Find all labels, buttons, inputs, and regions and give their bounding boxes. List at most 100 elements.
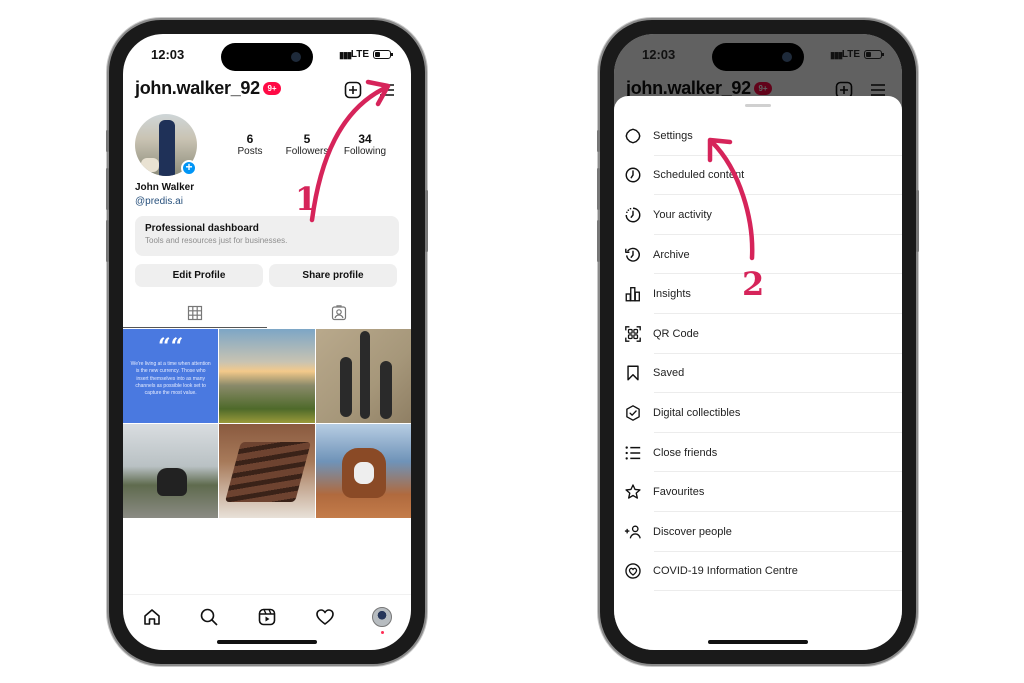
close-friends-icon: [625, 445, 641, 460]
nav-search[interactable]: [198, 606, 220, 628]
menu-item-qr-code[interactable]: QR Code: [614, 314, 902, 354]
post-tile[interactable]: ““ We're living at a time when attention…: [123, 329, 219, 423]
quote-text: We're living at a time when attention is…: [130, 361, 211, 396]
avatar-dog: [141, 158, 159, 172]
stat-label: Followers: [285, 146, 329, 157]
menu-button[interactable]: [377, 80, 397, 100]
side-button: [106, 130, 109, 152]
stat-followers[interactable]: 5 Followers: [277, 132, 337, 157]
home-indicator: [217, 640, 317, 644]
phone-right: 12:03 ▮▮▮ LTE john.walker_92 9+ Settings: [597, 20, 919, 664]
dashboard-title: Professional dashboard: [145, 223, 259, 234]
menu-label: QR Code: [653, 327, 699, 340]
menu-label: Close friends: [653, 446, 718, 459]
menu-label: Saved: [653, 367, 685, 380]
battery-icon: [864, 50, 884, 59]
menu-item-close-friends[interactable]: Close friends: [614, 433, 902, 473]
hamburger-icon: [380, 84, 394, 96]
menu-item-your-activity[interactable]: Your activity: [614, 195, 902, 235]
battery-icon: [373, 50, 393, 59]
share-profile-button[interactable]: Share profile: [269, 264, 397, 287]
nav-home[interactable]: [141, 606, 163, 628]
add-person-icon: [624, 525, 641, 539]
signal-icon: ▮▮▮: [830, 50, 843, 60]
signal-icon: ▮▮▮: [339, 50, 352, 60]
dynamic-island: [712, 43, 804, 71]
edit-profile-button[interactable]: Edit Profile: [135, 264, 263, 287]
dynamic-island: [221, 43, 313, 71]
post-tile[interactable]: [123, 424, 219, 518]
tab-tagged[interactable]: [267, 298, 411, 328]
nav-reels[interactable]: [256, 606, 278, 628]
covid-info-icon: [625, 563, 641, 580]
activity-icon: [625, 207, 641, 223]
side-button: [425, 190, 428, 252]
cake-shape: [225, 442, 312, 502]
shadow-shape: [339, 357, 352, 417]
create-post-button[interactable]: [343, 80, 363, 100]
menu-item-saved[interactable]: Saved: [614, 354, 902, 394]
menu-item-favourites[interactable]: Favourites: [614, 472, 902, 512]
profile-header: john.walker_92 9+: [135, 78, 399, 102]
stat-following[interactable]: 34 Following: [335, 132, 395, 157]
plus-square-icon: [344, 81, 362, 99]
side-button: [106, 220, 109, 262]
nav-activity[interactable]: [314, 606, 336, 628]
stat-value: 6: [246, 132, 254, 146]
professional-dashboard[interactable]: Professional dashboard Tools and resourc…: [135, 216, 399, 256]
menu-item-discover-people[interactable]: Discover people: [614, 512, 902, 552]
network-label: LTE: [350, 49, 369, 60]
username[interactable]: john.walker_92: [135, 78, 260, 99]
menu-label: Archive: [653, 248, 690, 261]
clock-icon: [625, 167, 641, 183]
tagged-icon: [331, 305, 347, 321]
side-button: [916, 190, 919, 252]
stat-value: 5: [303, 132, 311, 146]
star-icon: [625, 484, 641, 499]
network-label: LTE: [841, 49, 860, 60]
post-tile[interactable]: [219, 329, 315, 423]
post-tile[interactable]: [315, 329, 411, 423]
bottom-nav: [123, 594, 411, 634]
post-tile[interactable]: [219, 424, 315, 518]
collectibles-icon: [626, 405, 640, 421]
menu-item-covid-info[interactable]: COVID-19 Information Centre: [614, 552, 902, 592]
shadow-shape: [359, 331, 370, 419]
profile-link[interactable]: @predis.ai: [135, 196, 183, 207]
add-story-button[interactable]: +: [181, 160, 197, 176]
search-icon: [201, 608, 218, 626]
menu-sheet: Settings Scheduled content Your activity…: [614, 96, 902, 650]
phone-left: 12:03 ▮▮▮ LTE john.walker_92 9+ + 6 Post…: [106, 20, 428, 664]
side-button: [597, 220, 600, 262]
stat-posts[interactable]: 6 Posts: [220, 132, 280, 157]
archive-icon: [625, 247, 640, 262]
posts-grid: ““ We're living at a time when attention…: [123, 329, 411, 518]
shadow-shape: [379, 361, 392, 419]
menu-label: Discover people: [653, 525, 732, 538]
avatar-figure: [159, 120, 175, 176]
quote-mark: ““: [158, 334, 184, 360]
profile-tabs: [123, 298, 411, 328]
home-icon: [143, 608, 160, 625]
menu-item-settings[interactable]: Settings: [614, 116, 902, 156]
menu-item-scheduled-content[interactable]: Scheduled content: [614, 156, 902, 196]
insights-icon: [625, 287, 640, 302]
menu-label: Favourites: [653, 486, 705, 499]
nav-profile[interactable]: [371, 606, 393, 634]
reels-icon: [258, 608, 276, 625]
tab-posts-grid[interactable]: [123, 298, 267, 328]
post-tile[interactable]: [315, 424, 411, 518]
sheet-grabber[interactable]: [745, 104, 771, 107]
motorcycle-shape: [157, 468, 187, 496]
grid-icon: [187, 305, 203, 320]
heart-icon: [315, 608, 334, 625]
notification-badge: 9+: [263, 82, 281, 95]
menu-list: Settings Scheduled content Your activity…: [614, 116, 902, 591]
menu-label: Insights: [653, 288, 691, 301]
stat-label: Following: [343, 146, 387, 157]
menu-item-digital-collectibles[interactable]: Digital collectibles: [614, 393, 902, 433]
home-indicator: [708, 640, 808, 644]
status-time: 12:03: [151, 47, 185, 62]
menu-label: Settings: [653, 129, 693, 142]
side-button: [597, 168, 600, 210]
